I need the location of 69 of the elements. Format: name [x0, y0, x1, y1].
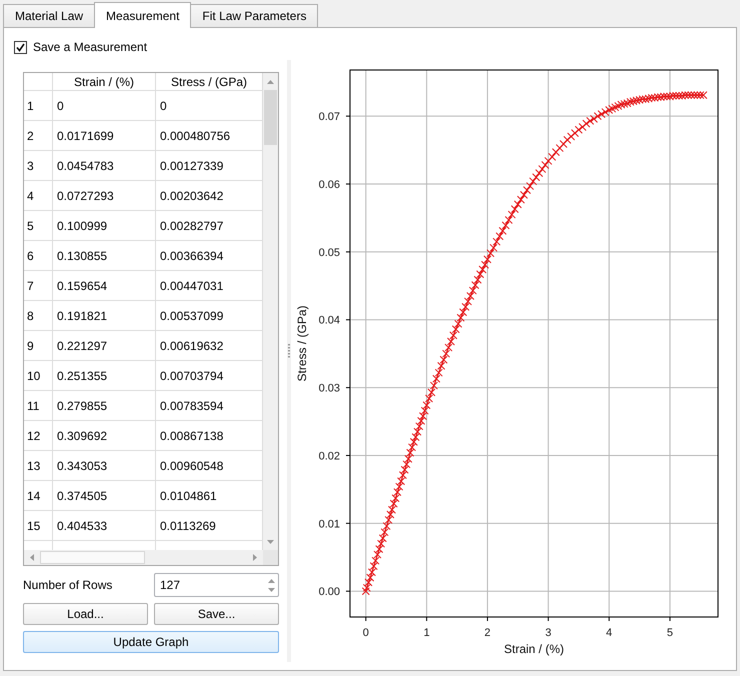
down-triangle-icon[interactable]: [268, 588, 274, 592]
up-triangle-icon[interactable]: [267, 80, 274, 84]
x-tick-label: 5: [666, 627, 673, 639]
tab[interactable]: Material Law: [3, 4, 96, 27]
table-cell: 0.343053: [53, 451, 156, 480]
row-header[interactable]: 9: [24, 331, 53, 360]
left-triangle-icon[interactable]: [30, 554, 34, 561]
row-header[interactable]: 1: [24, 91, 53, 120]
tab[interactable]: Measurement: [94, 2, 192, 28]
table-cell: 0.100999: [53, 211, 156, 240]
table-cell: 0.251355: [53, 361, 156, 390]
checkbox-label[interactable]: Save a Measurement: [33, 38, 148, 56]
number-spinbox[interactable]: 127: [154, 573, 279, 597]
table-cell: 0.191821: [53, 301, 156, 330]
row-header[interactable]: 12: [24, 421, 53, 450]
row-header[interactable]: 10: [24, 361, 53, 390]
y-tick-label: 0.07: [318, 111, 340, 124]
row-header[interactable]: 13: [24, 451, 53, 480]
vertical-scrollbar[interactable]: [263, 73, 278, 550]
row-header[interactable]: 11: [24, 391, 53, 420]
scrollbar-corner: [263, 550, 278, 565]
load-button[interactable]: Load...: [23, 603, 148, 625]
tab[interactable]: Fit Law Parameters: [190, 4, 318, 27]
y-tick-label: 0.05: [318, 246, 340, 259]
y-tick-label: 0.03: [318, 382, 340, 395]
x-tick-label: 3: [545, 627, 552, 639]
table-cell: 0.0727293: [53, 181, 156, 210]
table-cell: 0.404533: [53, 511, 156, 540]
horizontal-scrollbar[interactable]: [24, 550, 263, 565]
x-tick-label: 1: [424, 627, 430, 639]
down-triangle-icon[interactable]: [267, 540, 274, 544]
checkmark-icon: [16, 42, 25, 52]
x-tick-label: 0: [362, 627, 369, 639]
table-cell: 0.309692: [53, 421, 156, 450]
scrollbar-thumb[interactable]: [40, 551, 145, 564]
table-cell: 0.159654: [53, 271, 156, 300]
table-cell: 0: [53, 91, 156, 120]
right-triangle-icon[interactable]: [253, 554, 257, 561]
y-tick-label: 0.02: [318, 450, 340, 462]
up-triangle-icon[interactable]: [268, 578, 274, 582]
y-tick-label: 0.06: [318, 179, 340, 192]
scrollbar-thumb[interactable]: [264, 90, 277, 145]
y-tick-label: 0.04: [318, 314, 340, 327]
table-cell: 0.374505: [53, 481, 156, 510]
row-header[interactable]: 5: [24, 211, 53, 240]
table-cell: 0.0454783: [53, 151, 156, 180]
table-cell: 0.0171699: [53, 121, 156, 150]
row-header[interactable]: 15: [24, 511, 53, 540]
x-tick-label: 4: [606, 627, 612, 639]
table-cell: 0.279855: [53, 391, 156, 420]
save-button[interactable]: Save...: [154, 603, 279, 625]
row-header[interactable]: 6: [24, 241, 53, 270]
row-header[interactable]: 7: [24, 271, 53, 300]
y-tick-label: 0.00: [318, 586, 340, 598]
table-cell: 0.130855: [53, 241, 156, 270]
y-axis-title: Stress / (GPa): [295, 306, 309, 382]
row-header[interactable]: 3: [24, 151, 53, 180]
field-label: Number of Rows: [23, 577, 112, 594]
row-header[interactable]: 14: [24, 481, 53, 510]
x-axis-title: Strain / (%): [504, 642, 564, 656]
table-cell: 0.221297: [53, 331, 156, 360]
row-header[interactable]: 4: [24, 181, 53, 210]
update-graph-button[interactable]: Update Graph: [23, 631, 279, 653]
checkbox[interactable]: [14, 40, 27, 54]
row-header[interactable]: 8: [24, 301, 53, 330]
y-tick-label: 0.01: [318, 518, 340, 530]
row-header[interactable]: 2: [24, 121, 53, 150]
x-tick-label: 2: [484, 627, 491, 639]
column-header[interactable]: Strain / (%): [53, 73, 156, 90]
